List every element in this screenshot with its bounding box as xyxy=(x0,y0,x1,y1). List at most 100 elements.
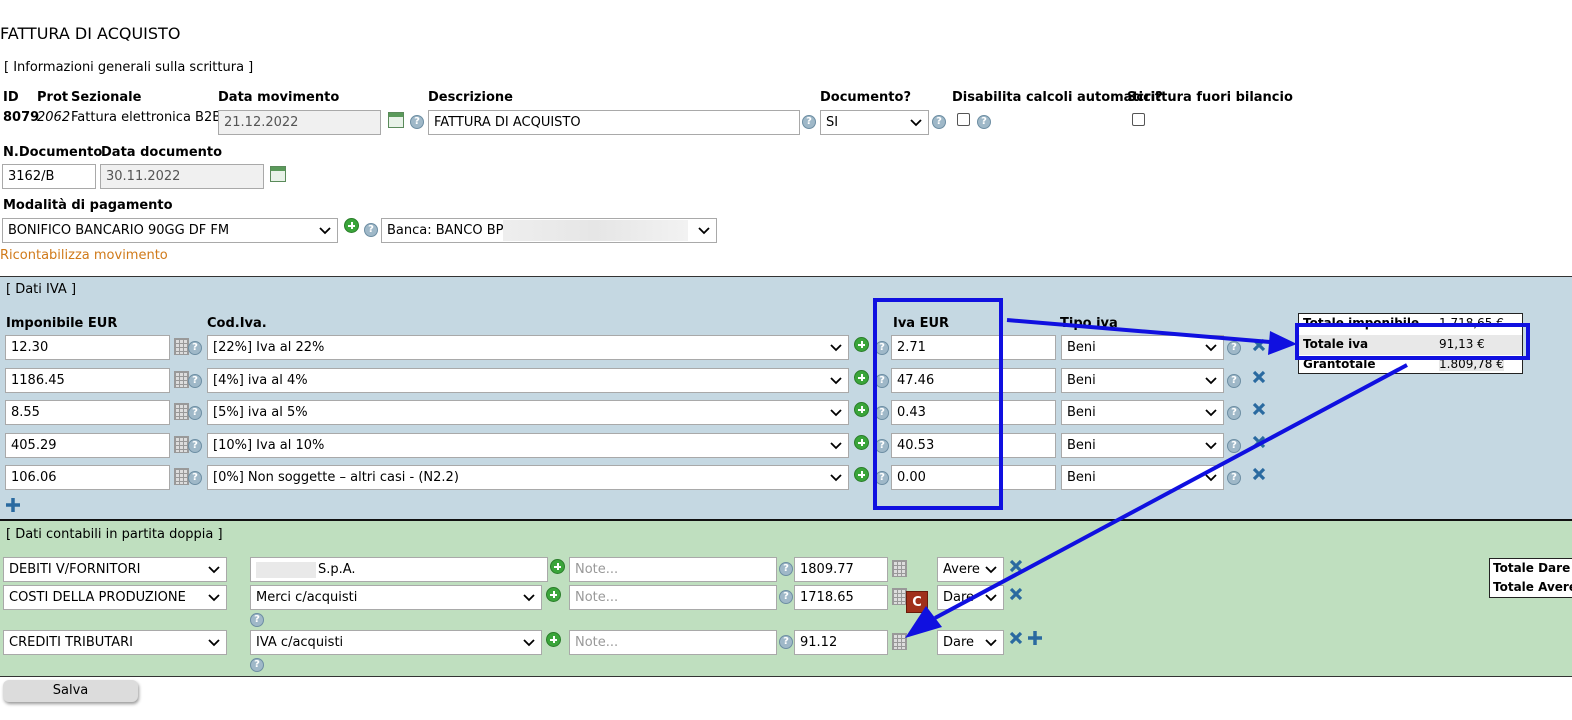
codiva-select[interactable]: [10%] Iva al 10% xyxy=(207,433,849,458)
help-icon[interactable]: ? xyxy=(188,439,202,453)
importo-input[interactable]: 91.12 xyxy=(794,630,888,655)
add-sottoconto-icon[interactable] xyxy=(546,632,561,647)
segno-select[interactable]: Avere xyxy=(937,557,1004,582)
ricontabilizza-link[interactable]: Ricontabilizza movimento xyxy=(0,248,168,263)
documento-select[interactable]: SI xyxy=(820,110,929,135)
add-row-icon[interactable] xyxy=(1027,630,1043,646)
help-icon[interactable]: ? xyxy=(779,590,793,604)
calculator-icon[interactable] xyxy=(892,633,907,650)
help-icon[interactable]: ? xyxy=(188,406,202,420)
help-icon[interactable]: ? xyxy=(875,341,889,355)
help-icon[interactable]: ? xyxy=(250,658,264,672)
calculator-icon[interactable] xyxy=(892,560,907,577)
descrizione-input[interactable]: FATTURA DI ACQUISTO xyxy=(428,110,800,135)
codiva-select[interactable]: [4%] iva al 4% xyxy=(207,368,849,393)
segno-select[interactable]: Dare xyxy=(937,630,1004,655)
sottoconto-select[interactable]: IVA c/acquisti xyxy=(250,630,542,655)
help-icon[interactable]: ? xyxy=(779,562,793,576)
disabilita-calcoli-checkbox[interactable] xyxy=(957,113,970,126)
conto-select[interactable]: DEBITI V/FORNITORI xyxy=(3,557,227,582)
add-codiva-icon[interactable] xyxy=(854,337,869,352)
tipo-iva-select[interactable]: Beni xyxy=(1061,400,1224,425)
help-icon[interactable]: ? xyxy=(188,341,202,355)
help-icon[interactable]: ? xyxy=(410,115,424,129)
note-input[interactable]: Note... xyxy=(569,557,777,582)
importo-input[interactable]: 1809.77 xyxy=(794,557,888,582)
tipo-iva-select[interactable]: Beni xyxy=(1061,368,1224,393)
imponibile-input[interactable]: 1186.45 xyxy=(5,368,170,393)
help-icon[interactable]: ? xyxy=(875,406,889,420)
add-codiva-icon[interactable] xyxy=(854,467,869,482)
iva-input[interactable]: 47.46 xyxy=(891,368,1056,393)
help-icon[interactable]: ? xyxy=(875,374,889,388)
add-sottoconto-icon[interactable] xyxy=(546,587,561,602)
delete-row-icon[interactable] xyxy=(1252,467,1266,481)
save-button[interactable]: Salva xyxy=(3,680,138,702)
imponibile-input[interactable]: 405.29 xyxy=(5,433,170,458)
help-icon[interactable]: ? xyxy=(188,471,202,485)
tipo-iva-select[interactable]: Beni xyxy=(1061,335,1224,360)
codiva-select[interactable]: [0%] Non soggette – altri casi - (N2.2) xyxy=(207,465,849,490)
delete-row-icon[interactable] xyxy=(1009,559,1023,573)
calculator-icon[interactable] xyxy=(174,338,189,355)
help-icon[interactable]: ? xyxy=(932,115,946,129)
add-codiva-icon[interactable] xyxy=(854,402,869,417)
add-pagamento-icon[interactable] xyxy=(344,218,359,233)
help-icon[interactable]: ? xyxy=(1227,374,1241,388)
note-input[interactable]: Note... xyxy=(569,630,777,655)
help-icon[interactable]: ? xyxy=(875,439,889,453)
help-icon[interactable]: ? xyxy=(1227,406,1241,420)
pagamento-select[interactable]: BONIFICO BANCARIO 90GG DF FM xyxy=(2,218,338,243)
calculator-icon[interactable] xyxy=(174,436,189,453)
calculator-icon[interactable] xyxy=(174,371,189,388)
importo-input[interactable]: 1718.65 xyxy=(794,585,888,610)
conto-select[interactable]: CREDITI TRIBUTARI xyxy=(3,630,227,655)
data-movimento-input[interactable]: 21.12.2022 xyxy=(218,110,381,135)
help-icon[interactable]: ? xyxy=(188,374,202,388)
calculator-icon[interactable] xyxy=(892,588,907,605)
help-icon[interactable]: ? xyxy=(802,115,816,129)
codiva-select[interactable]: [22%] Iva al 22% xyxy=(207,335,849,360)
c-badge-icon[interactable]: C xyxy=(906,591,928,613)
help-icon[interactable]: ? xyxy=(1227,341,1241,355)
ndoc-input[interactable]: 3162/B xyxy=(2,164,96,189)
imponibile-input[interactable]: 106.06 xyxy=(5,465,170,490)
imponibile-input[interactable]: 8.55 xyxy=(5,400,170,425)
help-icon[interactable]: ? xyxy=(364,223,378,237)
tipo-iva-select[interactable]: Beni xyxy=(1061,465,1224,490)
note-input[interactable]: Note... xyxy=(569,585,777,610)
help-icon[interactable]: ? xyxy=(1227,439,1241,453)
fuori-bilancio-checkbox[interactable] xyxy=(1132,113,1145,126)
iva-input[interactable]: 2.71 xyxy=(891,335,1056,360)
help-icon[interactable]: ? xyxy=(1227,471,1241,485)
delete-row-icon[interactable] xyxy=(1252,402,1266,416)
help-icon[interactable]: ? xyxy=(875,471,889,485)
calendar-icon[interactable] xyxy=(270,166,286,182)
delete-row-icon[interactable] xyxy=(1252,435,1266,449)
help-icon[interactable]: ? xyxy=(779,635,793,649)
add-codiva-icon[interactable] xyxy=(854,435,869,450)
help-icon[interactable]: ? xyxy=(977,115,991,129)
calculator-icon[interactable] xyxy=(174,403,189,420)
delete-row-icon[interactable] xyxy=(1252,370,1266,384)
delete-row-icon[interactable] xyxy=(1252,338,1266,352)
add-sottoconto-icon[interactable] xyxy=(550,559,565,574)
imponibile-input[interactable]: 12.30 xyxy=(5,335,170,360)
conto-select[interactable]: COSTI DELLA PRODUZIONE xyxy=(3,585,227,610)
delete-row-icon[interactable] xyxy=(1009,631,1023,645)
iva-input[interactable]: 0.00 xyxy=(891,465,1056,490)
sottoconto-select[interactable]: Merci c/acquisti xyxy=(250,585,542,610)
iva-input[interactable]: 40.53 xyxy=(891,433,1056,458)
add-row-icon[interactable] xyxy=(5,497,21,513)
tipo-iva-select[interactable]: Beni xyxy=(1061,433,1224,458)
calculator-icon[interactable] xyxy=(174,468,189,485)
help-icon[interactable]: ? xyxy=(250,613,264,627)
sottoconto-input[interactable]: S.p.A. xyxy=(250,557,548,582)
segno-select[interactable]: Dare xyxy=(937,585,1004,610)
calendar-icon[interactable] xyxy=(388,112,404,128)
codiva-select[interactable]: [5%] iva al 5% xyxy=(207,400,849,425)
add-codiva-icon[interactable] xyxy=(854,370,869,385)
iva-input[interactable]: 0.43 xyxy=(891,400,1056,425)
data-doc-input[interactable]: 30.11.2022 xyxy=(100,164,264,189)
delete-row-icon[interactable] xyxy=(1009,587,1023,601)
